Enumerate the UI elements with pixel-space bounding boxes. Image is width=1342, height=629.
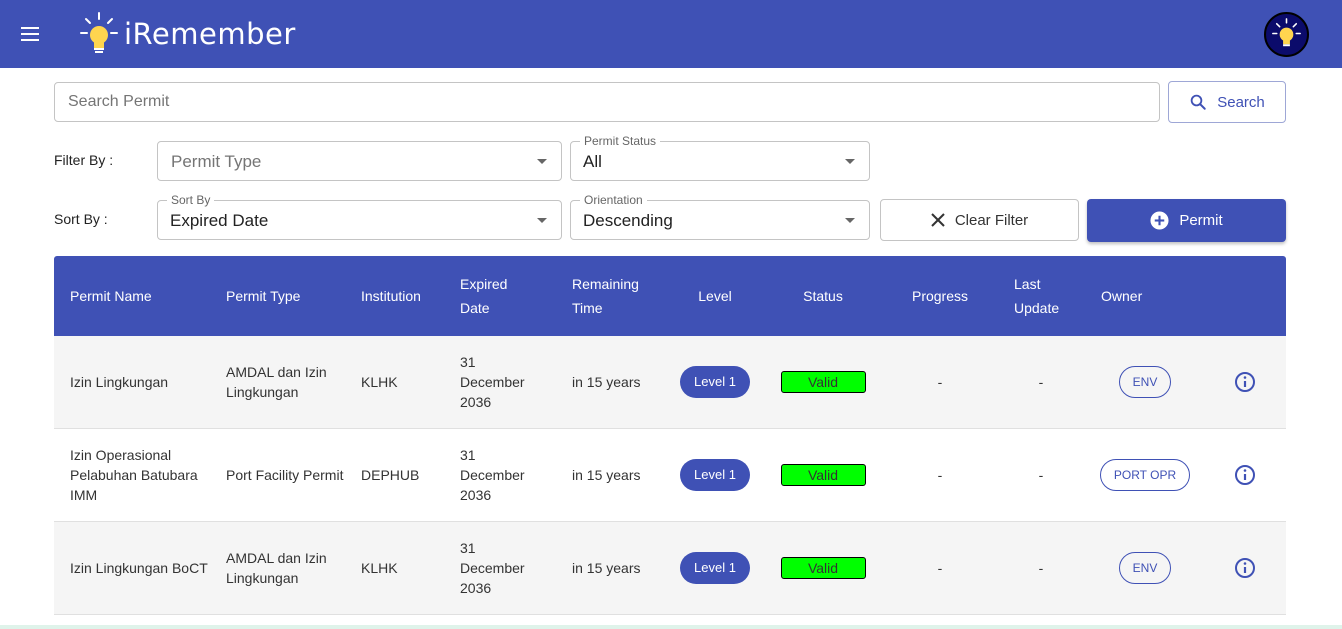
owner-chip[interactable]: PORT OPR xyxy=(1099,459,1191,491)
header-owner[interactable]: Owner xyxy=(1101,256,1161,336)
orientation-select[interactable]: Orientation Descending xyxy=(570,193,870,240)
cell-level: Level 1 xyxy=(665,522,765,614)
cell-institution: DEPHUB xyxy=(361,467,420,483)
cell-remaining-time: in 15 years xyxy=(572,467,641,483)
info-icon[interactable] xyxy=(1233,463,1257,487)
status-badge: Valid xyxy=(780,464,866,486)
info-icon[interactable] xyxy=(1233,556,1257,580)
app-title: iRemember xyxy=(124,17,296,51)
level-badge: Level 1 xyxy=(680,552,750,584)
cell-owner: PORT OPR xyxy=(1090,429,1200,521)
owner-chip[interactable]: ENV xyxy=(1118,366,1172,398)
permit-type-select[interactable]: Permit Type xyxy=(157,141,562,181)
cell-owner: ENV xyxy=(1090,336,1200,428)
cell-last-update: - xyxy=(1038,467,1044,483)
add-permit-button[interactable]: Permit xyxy=(1087,199,1286,242)
clear-filter-button[interactable]: Clear Filter xyxy=(880,199,1079,241)
chevron-down-icon xyxy=(537,218,547,223)
header-expired-date[interactable]: Expired Date xyxy=(460,256,530,336)
cell-actions xyxy=(1230,429,1260,521)
info-icon[interactable] xyxy=(1233,370,1257,394)
table-header: Permit Name Permit Type Institution Expi… xyxy=(54,256,1286,336)
cell-progress: - xyxy=(937,560,943,576)
header-progress[interactable]: Progress xyxy=(900,256,980,336)
cell-actions xyxy=(1230,522,1260,614)
header-status[interactable]: Status xyxy=(778,256,868,336)
cell-permit-name: Izin Operasional Pelabuhan Batubara IMM xyxy=(70,447,198,503)
cell-last-update: - xyxy=(1038,560,1044,576)
owner-chip[interactable]: ENV xyxy=(1118,552,1172,584)
permit-type-placeholder: Permit Type xyxy=(171,152,262,171)
cell-progress: - xyxy=(937,467,943,483)
cell-status: Valid xyxy=(773,336,873,428)
cell-permit-type: AMDAL dan Izin Lingkungan xyxy=(226,550,327,586)
lightbulb-icon xyxy=(80,12,118,53)
search-button[interactable]: Search xyxy=(1168,81,1286,123)
cell-level: Level 1 xyxy=(665,336,765,428)
search-button-label: Search xyxy=(1217,93,1265,111)
close-icon xyxy=(931,213,945,227)
sort-by-legend: Sort By xyxy=(167,193,215,207)
table-row[interactable]: Izin Operasional Pelabuhan Batubara IMM … xyxy=(54,429,1286,522)
bottom-strip xyxy=(0,625,1342,629)
cell-level: Level 1 xyxy=(665,429,765,521)
cell-progress: - xyxy=(937,374,943,390)
table-row[interactable]: Izin Lingkungan BoCT AMDAL dan Izin Ling… xyxy=(54,522,1286,615)
cell-remaining-time: in 15 years xyxy=(572,560,641,576)
cell-status: Valid xyxy=(773,522,873,614)
cell-owner: ENV xyxy=(1090,522,1200,614)
cell-actions xyxy=(1230,336,1260,428)
level-badge: Level 1 xyxy=(680,366,750,398)
cell-permit-type: Port Facility Permit xyxy=(226,467,344,483)
sort-label: Sort By : xyxy=(54,211,108,227)
level-badge: Level 1 xyxy=(680,459,750,491)
header-institution[interactable]: Institution xyxy=(361,256,451,336)
cell-permit-name: Izin Lingkungan BoCT xyxy=(70,560,208,576)
header-last-update[interactable]: Last Update xyxy=(1014,256,1074,336)
cell-expired-date: 31 December 2036 xyxy=(460,354,525,410)
permit-status-select[interactable]: Permit Status All xyxy=(570,134,870,181)
orientation-legend: Orientation xyxy=(580,193,647,207)
header-level[interactable]: Level xyxy=(680,256,750,336)
chevron-down-icon xyxy=(845,159,855,164)
cell-status: Valid xyxy=(773,429,873,521)
status-badge: Valid xyxy=(780,371,866,393)
chevron-down-icon xyxy=(845,218,855,223)
cell-last-update: - xyxy=(1038,374,1044,390)
search-input[interactable] xyxy=(54,82,1160,122)
cell-expired-date: 31 December 2036 xyxy=(460,447,525,503)
avatar[interactable] xyxy=(1264,12,1309,57)
cell-permit-type: AMDAL dan Izin Lingkungan xyxy=(226,364,327,400)
clear-filter-label: Clear Filter xyxy=(954,211,1029,229)
search-icon xyxy=(1190,94,1206,110)
cell-expired-date: 31 December 2036 xyxy=(460,540,525,596)
filter-label: Filter By : xyxy=(54,152,114,168)
status-badge: Valid xyxy=(780,557,866,579)
sort-by-select[interactable]: Sort By Expired Date xyxy=(157,193,562,240)
orientation-value: Descending xyxy=(583,211,673,230)
permit-status-value: All xyxy=(583,152,602,171)
add-circle-icon xyxy=(1150,211,1169,230)
app-bar: iRemember xyxy=(0,0,1342,68)
permit-table: Permit Name Permit Type Institution Expi… xyxy=(54,256,1286,615)
menu-icon[interactable] xyxy=(18,22,44,46)
cell-institution: KLHK xyxy=(361,374,398,390)
permit-status-legend: Permit Status xyxy=(580,134,661,148)
cell-remaining-time: in 15 years xyxy=(572,374,641,390)
cell-institution: KLHK xyxy=(361,560,398,576)
app-logo[interactable]: iRemember xyxy=(78,8,296,60)
sort-by-value: Expired Date xyxy=(170,211,269,230)
table-row[interactable]: Izin Lingkungan AMDAL dan Izin Lingkunga… xyxy=(54,336,1286,429)
chevron-down-icon xyxy=(537,159,547,164)
header-remaining-time[interactable]: Remaining Time xyxy=(572,256,652,336)
header-permit-name[interactable]: Permit Name xyxy=(70,256,210,336)
lightbulb-icon xyxy=(1272,18,1301,47)
header-permit-type[interactable]: Permit Type xyxy=(226,256,346,336)
cell-permit-name: Izin Lingkungan xyxy=(70,374,169,390)
add-permit-label: Permit xyxy=(1179,212,1223,229)
